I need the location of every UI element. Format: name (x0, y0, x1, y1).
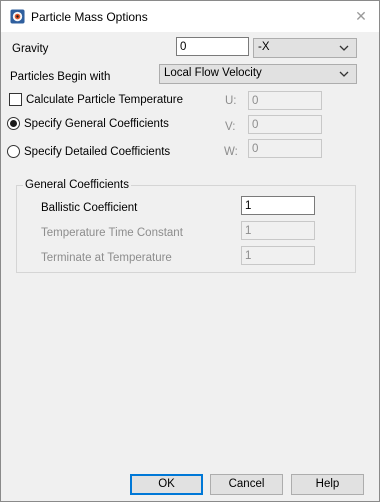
app-icon (10, 9, 25, 24)
detailed-coefficients-label[interactable]: Specify Detailed Coefficients (24, 146, 170, 158)
calc-temp-label[interactable]: Calculate Particle Temperature (26, 94, 183, 106)
general-coefficients-title: General Coefficients (23, 179, 131, 191)
window-title: Particle Mass Options (31, 10, 148, 24)
ballistic-coefficient-label: Ballistic Coefficient (41, 202, 138, 214)
gravity-direction-select[interactable]: -X (253, 38, 357, 58)
chevron-down-icon (339, 45, 349, 51)
close-icon[interactable]: ✕ (349, 5, 373, 27)
temperature-time-constant-input[interactable] (241, 221, 315, 240)
ok-button[interactable]: OK (130, 474, 203, 495)
particles-begin-select[interactable]: Local Flow Velocity (159, 64, 357, 84)
particles-begin-label: Particles Begin with (10, 71, 111, 83)
chevron-down-icon (339, 71, 349, 77)
dialog-window: Particle Mass Options ✕ Gravity -X Parti… (0, 0, 380, 502)
temperature-time-constant-label: Temperature Time Constant (41, 227, 183, 239)
v-input[interactable] (248, 115, 322, 134)
w-label: W: (224, 146, 238, 158)
u-input[interactable] (248, 91, 322, 110)
calc-temp-checkbox[interactable] (9, 93, 22, 106)
detailed-coefficients-radio[interactable] (7, 145, 20, 158)
u-label: U: (225, 95, 237, 107)
v-label: V: (225, 121, 236, 133)
terminate-temperature-input[interactable] (241, 246, 315, 265)
help-button[interactable]: Help (291, 474, 364, 495)
title-bar: Particle Mass Options ✕ (1, 1, 379, 32)
terminate-temperature-label: Terminate at Temperature (41, 252, 172, 264)
general-coefficients-radio[interactable] (7, 117, 20, 130)
cancel-button[interactable]: Cancel (210, 474, 283, 495)
general-coefficients-label[interactable]: Specify General Coefficients (24, 118, 169, 130)
ballistic-coefficient-input[interactable] (241, 196, 315, 215)
particles-begin-value: Local Flow Velocity (164, 67, 262, 79)
gravity-value-input[interactable] (176, 37, 249, 56)
gravity-label: Gravity (12, 43, 49, 55)
w-input[interactable] (248, 139, 322, 158)
gravity-direction-value: -X (258, 41, 270, 53)
